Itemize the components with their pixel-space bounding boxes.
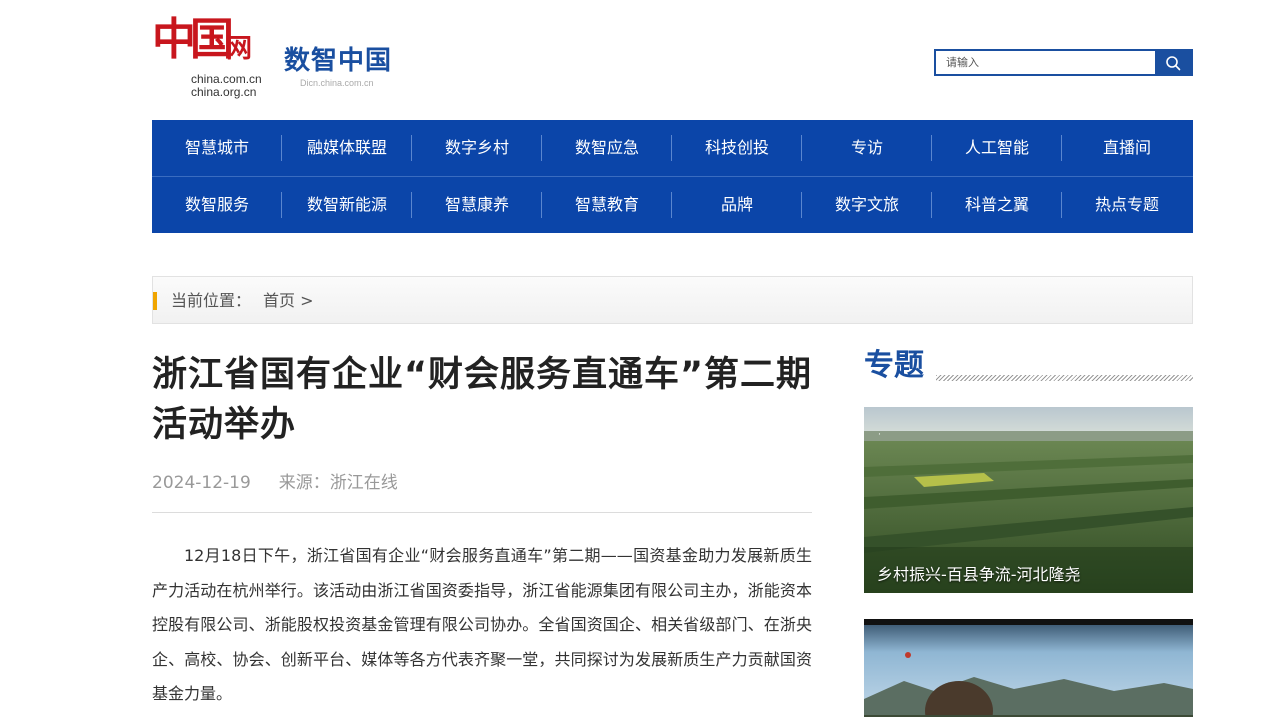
- nav-item-tech-venture[interactable]: 科技创投: [672, 120, 802, 176]
- topic-caption: 乡村振兴-百县争流-河北隆尧: [877, 565, 1081, 584]
- topic-image-landscape: [864, 619, 1193, 717]
- nav-item-ai[interactable]: 人工智能: [932, 120, 1062, 176]
- logo-wang: 网: [226, 34, 253, 64]
- nav-item-emergency[interactable]: 数智应急: [542, 120, 672, 176]
- article-source: 来源：浙江在线: [278, 473, 398, 493]
- article: 浙江省国有企业“财会服务直通车”第二期活动举办 2024-12-19 来源：浙江在…: [152, 350, 812, 712]
- nav-item-education[interactable]: 智慧教育: [542, 177, 672, 233]
- search-button[interactable]: [1155, 51, 1191, 74]
- search-box: [934, 49, 1193, 76]
- china-net-logo[interactable]: 中国 网 china.com.cn china.org.cn: [152, 14, 267, 99]
- breadcrumb-separator: >: [300, 291, 314, 310]
- site-subtitle: Dicn.china.com.cn: [300, 78, 374, 88]
- search-input[interactable]: [936, 51, 1155, 74]
- article-date: 2024-12-19: [152, 473, 251, 493]
- article-title: 浙江省国有企业“财会服务直通车”第二期活动举办: [152, 355, 813, 445]
- logo-domain-com: china.com.cn: [191, 72, 262, 86]
- breadcrumb: 当前位置： 首页 >: [152, 276, 1193, 324]
- svg-text:‧: ‧: [878, 430, 881, 440]
- nav-item-digital-village[interactable]: 数字乡村: [412, 120, 542, 176]
- nav-item-smart-city[interactable]: 智慧城市: [152, 120, 282, 176]
- breadcrumb-label: 当前位置：: [171, 291, 252, 310]
- nav-item-health-care[interactable]: 智慧康养: [412, 177, 542, 233]
- nav-item-culture-tourism[interactable]: 数字文旅: [802, 177, 932, 233]
- breadcrumb-text: 当前位置： 首页 >: [171, 277, 314, 325]
- nav-row-1: 智慧城市 融媒体联盟 数字乡村 数智应急 科技创投 专访 人工智能 直播间: [152, 120, 1193, 176]
- search-icon: [1166, 55, 1181, 70]
- breadcrumb-home-link[interactable]: 首页: [263, 291, 295, 310]
- sidebar-heading-stripe: [936, 375, 1193, 381]
- nav-item-media-alliance[interactable]: 融媒体联盟: [282, 120, 412, 176]
- sidebar-topics: 专题 ‧ 乡村振兴-百县争流-河北隆尧: [864, 344, 1193, 717]
- site-brand[interactable]: 数智中国 Dicn.china.com.cn: [284, 46, 393, 88]
- logo-domain-org: china.org.cn: [191, 85, 257, 99]
- article-meta: 2024-12-19 来源：浙江在线: [152, 470, 812, 496]
- sidebar-heading: 专题: [864, 344, 1193, 388]
- nav-item-new-energy[interactable]: 数智新能源: [282, 177, 412, 233]
- site-header: 中国 网 china.com.cn china.org.cn 数智中国 Dicn…: [152, 16, 1193, 102]
- nav-item-brand[interactable]: 品牌: [672, 177, 802, 233]
- article-divider: [152, 512, 812, 513]
- nav-item-hot-topics[interactable]: 热点专题: [1062, 177, 1192, 233]
- logo-glyph: 中国: [152, 14, 234, 65]
- sidebar-heading-text: 专题: [864, 348, 924, 383]
- breadcrumb-accent: [153, 292, 157, 310]
- site-title: 数智中国: [284, 46, 393, 76]
- article-paragraph: 12月18日下午，浙江省国有企业“财会服务直通车”第二期——国资基金助力发展新质…: [152, 546, 812, 703]
- nav-item-science[interactable]: 科普之翼: [932, 177, 1062, 233]
- topic-card[interactable]: ‧ 乡村振兴-百县争流-河北隆尧: [864, 407, 1193, 593]
- nav-item-live[interactable]: 直播间: [1062, 120, 1192, 176]
- nav-item-services[interactable]: 数智服务: [152, 177, 282, 233]
- nav-row-2: 数智服务 数智新能源 智慧康养 智慧教育 品牌 数字文旅 科普之翼 热点专题: [152, 176, 1193, 232]
- nav-item-interview[interactable]: 专访: [802, 120, 932, 176]
- main-nav: 智慧城市 融媒体联盟 数字乡村 数智应急 科技创投 专访 人工智能 直播间 数智…: [152, 120, 1193, 233]
- topic-card[interactable]: [864, 619, 1193, 717]
